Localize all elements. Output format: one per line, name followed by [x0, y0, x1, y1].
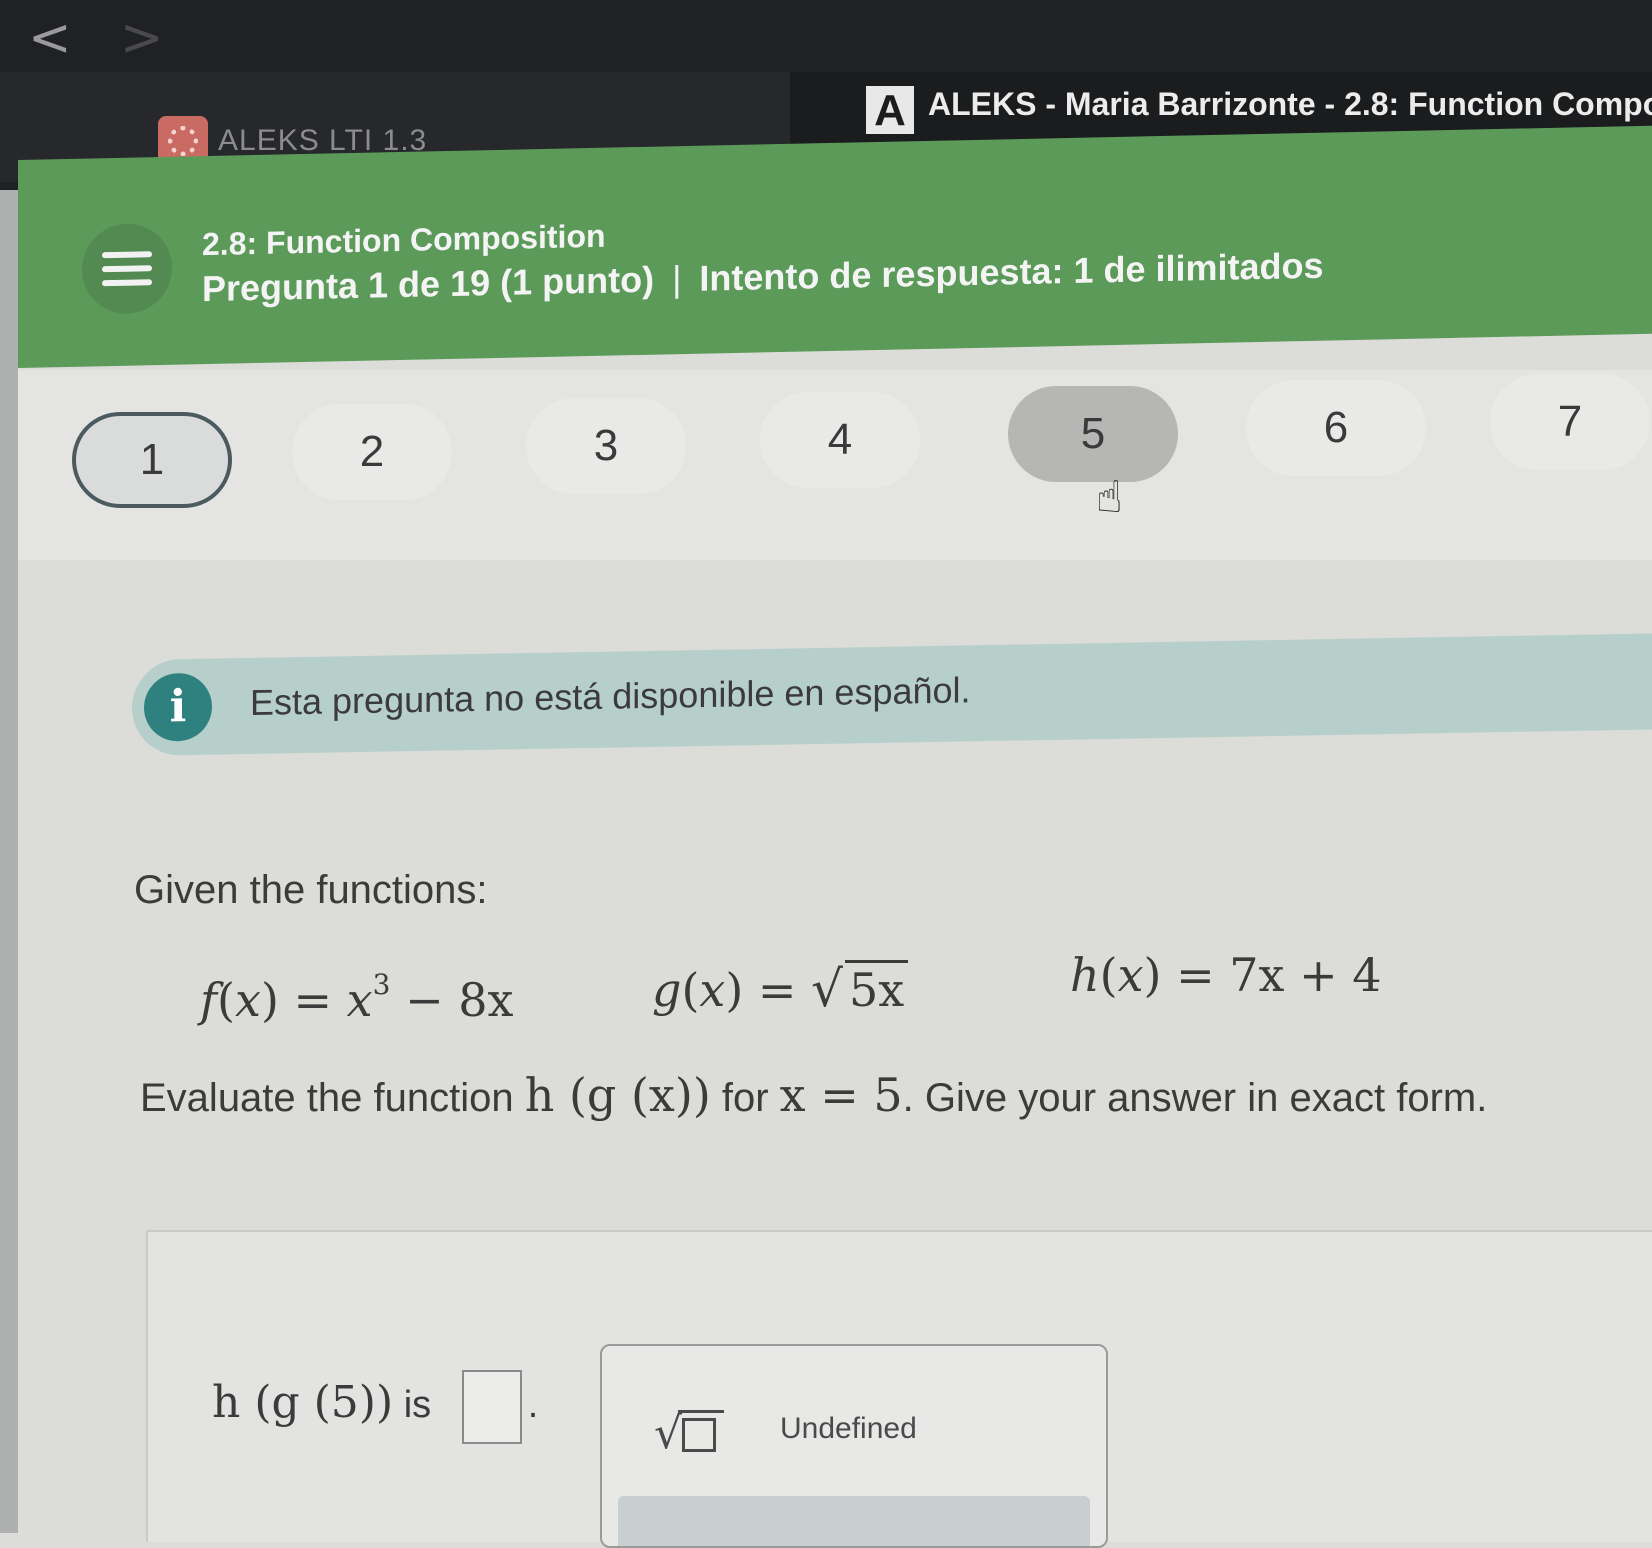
function-f: f(x) = x3 − 8x: [200, 968, 514, 1027]
question-nav-button[interactable]: 5: [1008, 386, 1178, 482]
back-button[interactable]: <: [28, 12, 72, 64]
question-nav-button[interactable]: 7: [1490, 374, 1650, 470]
input-condition: x = 5: [779, 1068, 903, 1122]
question-nav-button[interactable]: 2: [292, 404, 452, 500]
problem-instruction: Evaluate the function h (g (x)) for x = …: [140, 1068, 1488, 1122]
question-count: Pregunta 1 de 19 (1 punto): [202, 258, 655, 310]
sqrt-icon[interactable]: √: [654, 1404, 734, 1464]
question-nav-button[interactable]: 1: [72, 412, 232, 508]
composition-expression: h (g (x)): [524, 1068, 711, 1122]
math-toolbar: √ Undefined: [600, 1344, 1108, 1548]
problem-intro: Given the functions:: [134, 868, 488, 912]
aleks-a-icon: A: [866, 86, 914, 135]
answer-expression: h (g (5)): [212, 1377, 394, 1429]
toolbar-footer: [618, 1496, 1090, 1546]
separator: |: [672, 258, 682, 300]
function-h: h(x) = 7x + 4: [1070, 948, 1382, 1002]
answer-line: h (g (5)) is .: [212, 1370, 538, 1444]
function-g: g(x) = √ 5x: [652, 960, 909, 1018]
window-edge: [0, 190, 18, 1533]
attempt-info: Intento de respuesta: 1 de ilimitados: [699, 244, 1324, 299]
language-notice: i Esta pregunta no está disponible en es…: [132, 633, 1652, 756]
assignment-header: 2.8: Function Composition Pregunta 1 de …: [18, 125, 1652, 368]
forward-button[interactable]: >: [120, 12, 164, 64]
topic-title: 2.8: Function Composition: [202, 217, 606, 263]
undefined-button[interactable]: Undefined: [780, 1412, 917, 1446]
hand-cursor-icon: ☝: [1096, 472, 1123, 523]
question-nav-button[interactable]: 4: [760, 392, 920, 488]
answer-input[interactable]: [461, 1370, 522, 1444]
info-icon: i: [144, 672, 212, 742]
notice-text: Esta pregunta no está disponible en espa…: [250, 669, 971, 723]
tab-label: ALEKS - Maria Barrizonte - 2.8: Function…: [928, 86, 1652, 122]
question-nav-button[interactable]: 6: [1246, 380, 1426, 476]
question-nav-button[interactable]: 3: [526, 398, 686, 494]
menu-icon[interactable]: [82, 222, 172, 315]
